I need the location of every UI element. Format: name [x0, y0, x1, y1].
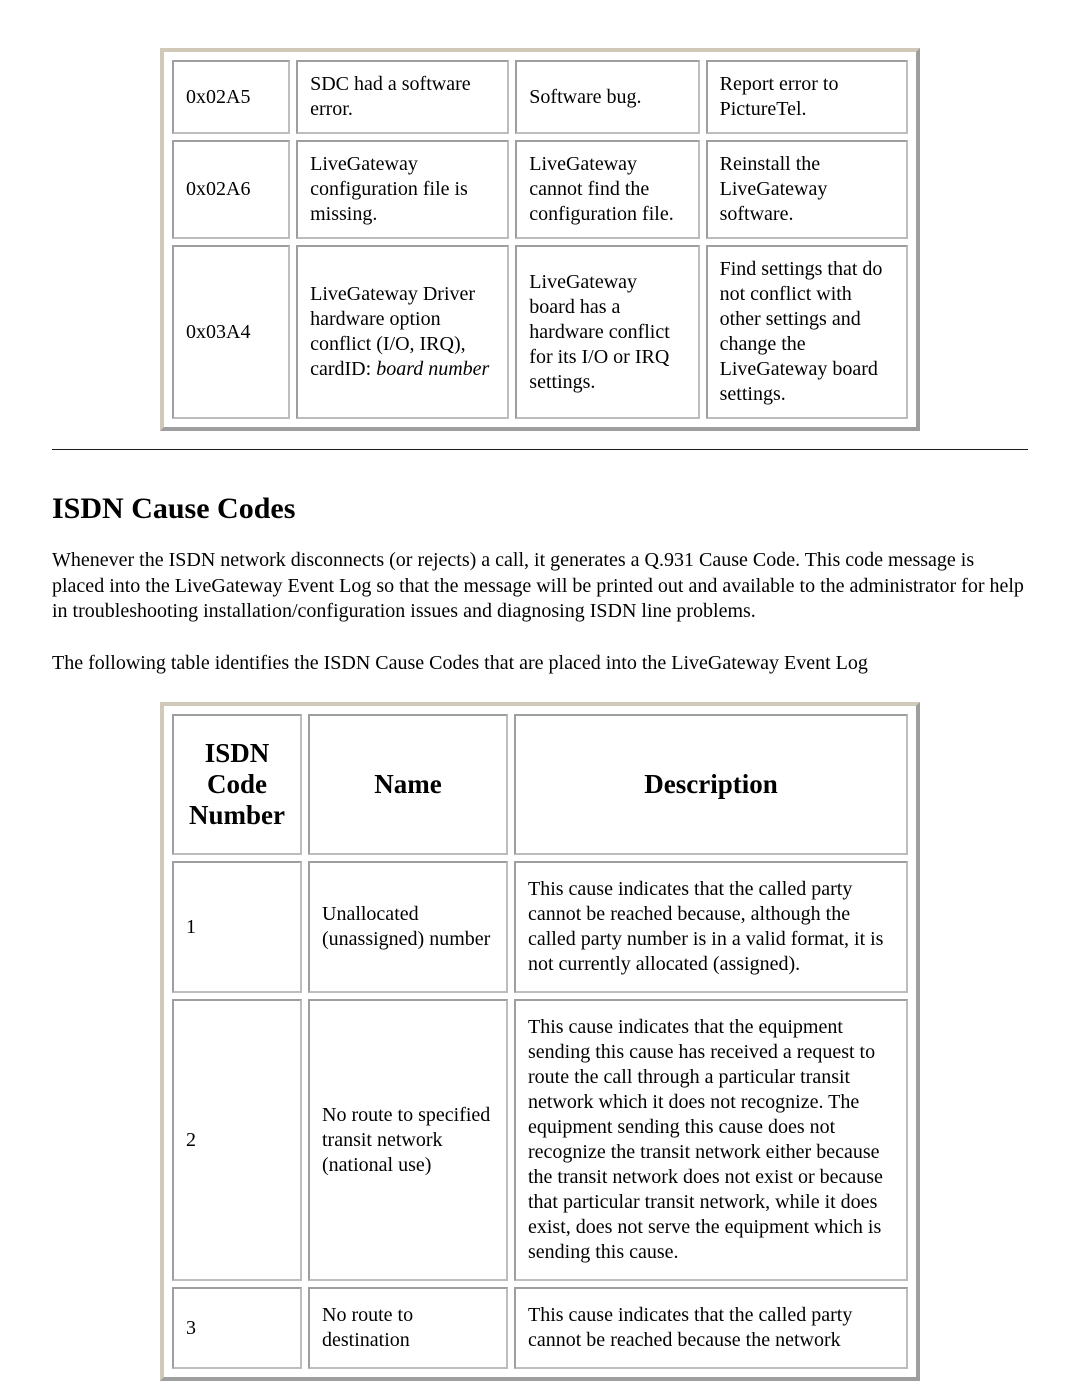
- isdn-header-name: Name: [308, 714, 508, 855]
- isdn-code-cell: 3: [172, 1287, 302, 1369]
- error-msg-cell: SDC had a software error.: [296, 60, 509, 134]
- table-row: 0x02A6 LiveGateway configuration file is…: [172, 140, 908, 239]
- isdn-name-cell: Unallocated (unassigned) number: [308, 861, 508, 993]
- error-code-cell: 0x03A4: [172, 245, 290, 419]
- error-code-table: 0x02A5 SDC had a software error. Softwar…: [166, 54, 914, 425]
- error-cause-cell: Software bug.: [515, 60, 699, 134]
- error-code-cell: 0x02A5: [172, 60, 290, 134]
- section-divider: [52, 449, 1028, 450]
- section-paragraph: The following table identifies the ISDN …: [52, 651, 1028, 677]
- isdn-header-code: ISDN Code Number: [172, 714, 302, 855]
- error-action-cell: Report error to PictureTel.: [706, 60, 908, 134]
- isdn-desc-cell: This cause indicates that the equipment …: [514, 999, 908, 1281]
- isdn-header-desc: Description: [514, 714, 908, 855]
- error-code-table-frame: 0x02A5 SDC had a software error. Softwar…: [160, 48, 920, 431]
- isdn-cause-code-table: ISDN Code Number Name Description 1 Unal…: [166, 708, 914, 1375]
- isdn-desc-cell: This cause indicates that the called par…: [514, 861, 908, 993]
- table-row: 0x03A4 LiveGateway Driver hardware optio…: [172, 245, 908, 419]
- error-cause-cell: LiveGateway cannot find the configuratio…: [515, 140, 699, 239]
- isdn-code-cell: 2: [172, 999, 302, 1281]
- isdn-desc-cell: This cause indicates that the called par…: [514, 1287, 908, 1369]
- table-row: 2 No route to specified transit network …: [172, 999, 908, 1281]
- error-msg-cell: LiveGateway Driver hardware option confl…: [296, 245, 509, 419]
- isdn-name-cell: No route to destination: [308, 1287, 508, 1369]
- table-row: 3 No route to destination This cause ind…: [172, 1287, 908, 1369]
- error-action-cell: Reinstall the LiveGateway software.: [706, 140, 908, 239]
- error-cause-cell: LiveGateway board has a hardware conflic…: [515, 245, 699, 419]
- table-header-row: ISDN Code Number Name Description: [172, 714, 908, 855]
- section-paragraph: Whenever the ISDN network disconnects (o…: [52, 548, 1028, 625]
- table-row: 1 Unallocated (unassigned) number This c…: [172, 861, 908, 993]
- error-msg-cell: LiveGateway configuration file is missin…: [296, 140, 509, 239]
- error-code-cell: 0x02A6: [172, 140, 290, 239]
- isdn-table-frame: ISDN Code Number Name Description 1 Unal…: [160, 702, 920, 1381]
- table-row: 0x02A5 SDC had a software error. Softwar…: [172, 60, 908, 134]
- isdn-name-cell: No route to specified transit network (n…: [308, 999, 508, 1281]
- error-action-cell: Find settings that do not conflict with …: [706, 245, 908, 419]
- isdn-code-cell: 1: [172, 861, 302, 993]
- error-msg-italic: board number: [376, 358, 489, 380]
- section-title: ISDN Cause Codes: [52, 492, 1028, 526]
